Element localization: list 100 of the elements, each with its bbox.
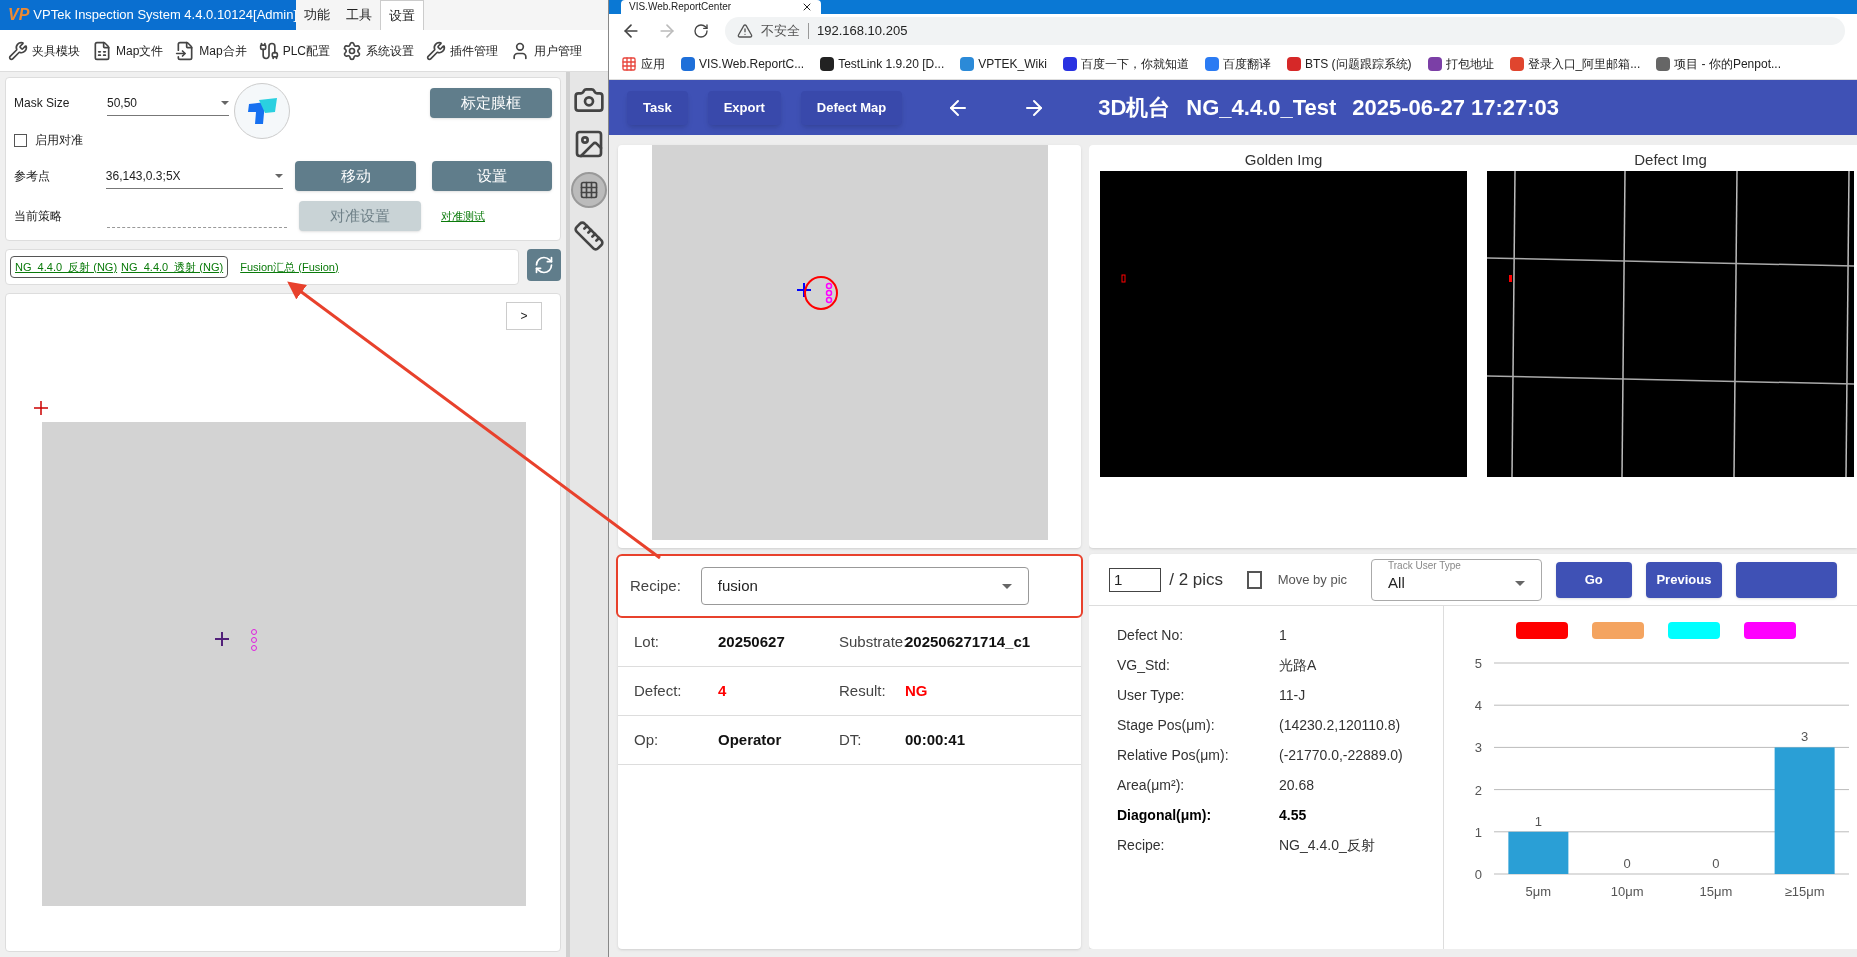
spreadsheet-file-icon (92, 40, 112, 61)
recipe-link[interactable]: NG_4.4.0_透射 (NG) (121, 258, 224, 276)
date-time: 2025-06-27 17:27:03 (1352, 94, 1560, 122)
toolbar-button[interactable] (1736, 561, 1837, 598)
detail-value: 4.55 (1279, 805, 1307, 825)
header-button[interactable]: Export (707, 90, 781, 125)
field-value: Operator (718, 729, 782, 750)
defect-marker-drawing (795, 275, 840, 311)
file-merge-icon (175, 40, 196, 61)
page-field[interactable]: 1 (1109, 567, 1162, 592)
recipe-link[interactable]: NG_4.4.0_反射 (NG) (15, 258, 118, 276)
favicon-icon (1286, 56, 1301, 71)
favicon-icon (1509, 56, 1524, 71)
favicon-icon (1656, 56, 1671, 71)
y-tick-label: 3 (1474, 740, 1482, 756)
detail-label: Stage Pos(μm): (1117, 715, 1216, 735)
wrench-icon (8, 40, 28, 61)
recipe-name: NG_4.4.0_Test (1186, 94, 1337, 122)
image-icon[interactable] (573, 128, 605, 160)
favicon-icon (1062, 56, 1077, 71)
toolbar-button[interactable]: 用户管理 (510, 40, 583, 61)
close-icon[interactable] (801, 1, 813, 13)
detail-value: 20.68 (1279, 775, 1315, 795)
checkbox-box[interactable] (14, 133, 27, 147)
x-tick-label: 5μm (1525, 884, 1552, 899)
field-label: Lot: (634, 631, 661, 652)
x-tick-label: ≥15μm (1784, 884, 1825, 899)
tools-icon (426, 40, 447, 61)
recipe-select[interactable]: fusion (700, 567, 1029, 605)
bookmark[interactable]: BTS (问题跟踪系统) (1286, 54, 1412, 73)
ruler-icon[interactable] (573, 220, 605, 252)
field-label: Op: (634, 729, 660, 750)
bookmark[interactable]: 应用 (621, 54, 665, 73)
alignment-test-link[interactable]: 对准测试 (441, 207, 485, 225)
bookmark[interactable]: 项目 - 你的Penpot... (1656, 54, 1781, 73)
cable-icon (258, 40, 279, 61)
data-label: 1 (1534, 813, 1542, 829)
browser-tab[interactable]: VIS.Web.ReportCenter (621, 0, 821, 14)
toolbar-button[interactable]: Map文件 (92, 40, 164, 61)
header-button[interactable]: Defect Map (800, 90, 903, 125)
bookmark[interactable]: TestLink 1.9.20 [D... (820, 54, 945, 73)
app-logo-icon (234, 83, 290, 139)
settings-icon (342, 40, 363, 61)
checkbox[interactable]: 启用对准 (14, 128, 552, 152)
detail-label: User Type: (1117, 685, 1186, 705)
address-bar[interactable]: 不安全 192.168.10.205 (725, 17, 1845, 45)
field-value: NG (905, 680, 928, 701)
field-label: Defect: (634, 680, 683, 701)
bookmark[interactable]: VPTEK_Wiki (960, 54, 1047, 73)
origin-cross-icon (34, 401, 48, 415)
bookmark[interactable]: 百度翻译 (1204, 54, 1271, 73)
field-value: 00:00:41 (905, 729, 966, 750)
detail-value: 11-J (1279, 685, 1306, 705)
field-label: 当前策略 (14, 208, 63, 225)
data-label: 0 (1712, 856, 1720, 871)
y-tick-label: 5 (1474, 656, 1482, 671)
detail-label: Recipe: (1117, 835, 1166, 855)
field-value: 20250627 (718, 631, 785, 652)
reference-point-select[interactable]: 36,143,0.3;5X (105, 163, 284, 189)
field-label: Recipe: (630, 575, 681, 596)
action-button[interactable]: 移动 (295, 161, 416, 191)
caret-icon (1514, 581, 1525, 586)
header-button[interactable]: Task (627, 90, 688, 125)
y-tick-label: 0 (1474, 867, 1482, 882)
pager-button[interactable]: Go (1555, 561, 1632, 598)
mask-size-select[interactable]: 50,50 (107, 90, 229, 116)
reload-icon[interactable] (693, 23, 709, 39)
image-title: Golden Img (1244, 150, 1323, 170)
detail-label: Defect No: (1117, 625, 1185, 645)
app-logo: VP (8, 5, 30, 25)
bookmark[interactable]: 打包地址 (1427, 54, 1494, 73)
menu-tab[interactable]: 设置 (380, 0, 424, 30)
toolbar-button[interactable]: 插件管理 (426, 40, 499, 61)
detail-value: 1 (1279, 625, 1287, 645)
toolbar-button[interactable]: PLC配置 (258, 40, 331, 61)
track-user-type-select[interactable]: Track User Type All (1371, 558, 1542, 601)
window-title: VPTek Inspection System 4.4.0.10124[Admin] (33, 6, 298, 25)
bookmark[interactable]: 登录入口_阿里邮箱... (1509, 54, 1641, 73)
bookmark[interactable]: VIS.Web.ReportC... (681, 54, 805, 73)
checkbox[interactable] (1247, 570, 1262, 589)
bookmark[interactable]: 百度一下，你就知道 (1062, 54, 1189, 73)
fusion-link[interactable]: Fusion汇总 (Fusion) (240, 258, 339, 276)
action-button[interactable]: 标定膜框 (430, 88, 552, 118)
y-tick-label: 2 (1474, 782, 1482, 798)
refresh-settings-button[interactable] (527, 249, 561, 281)
expand-button[interactable]: > (506, 302, 542, 330)
apps-grid-icon (621, 55, 637, 72)
action-button[interactable]: 设置 (431, 161, 552, 191)
checkbox-label: 启用对准 (35, 132, 83, 149)
field-value: 4 (718, 680, 727, 701)
toolbar-button[interactable]: 系统设置 (342, 40, 415, 61)
y-tick-label: 4 (1474, 698, 1482, 714)
detail-label: VG_Std: (1117, 655, 1171, 675)
favicon-icon (820, 56, 835, 71)
toolbar-button[interactable]: 夹具模块 (8, 40, 80, 61)
x-tick-label: 10μm (1610, 884, 1644, 899)
pager-button[interactable]: Previous (1645, 561, 1722, 598)
toolbar-button[interactable]: Map合并 (175, 40, 247, 61)
machine-name: 3D机台 (1098, 94, 1171, 122)
data-label: 0 (1623, 856, 1631, 871)
